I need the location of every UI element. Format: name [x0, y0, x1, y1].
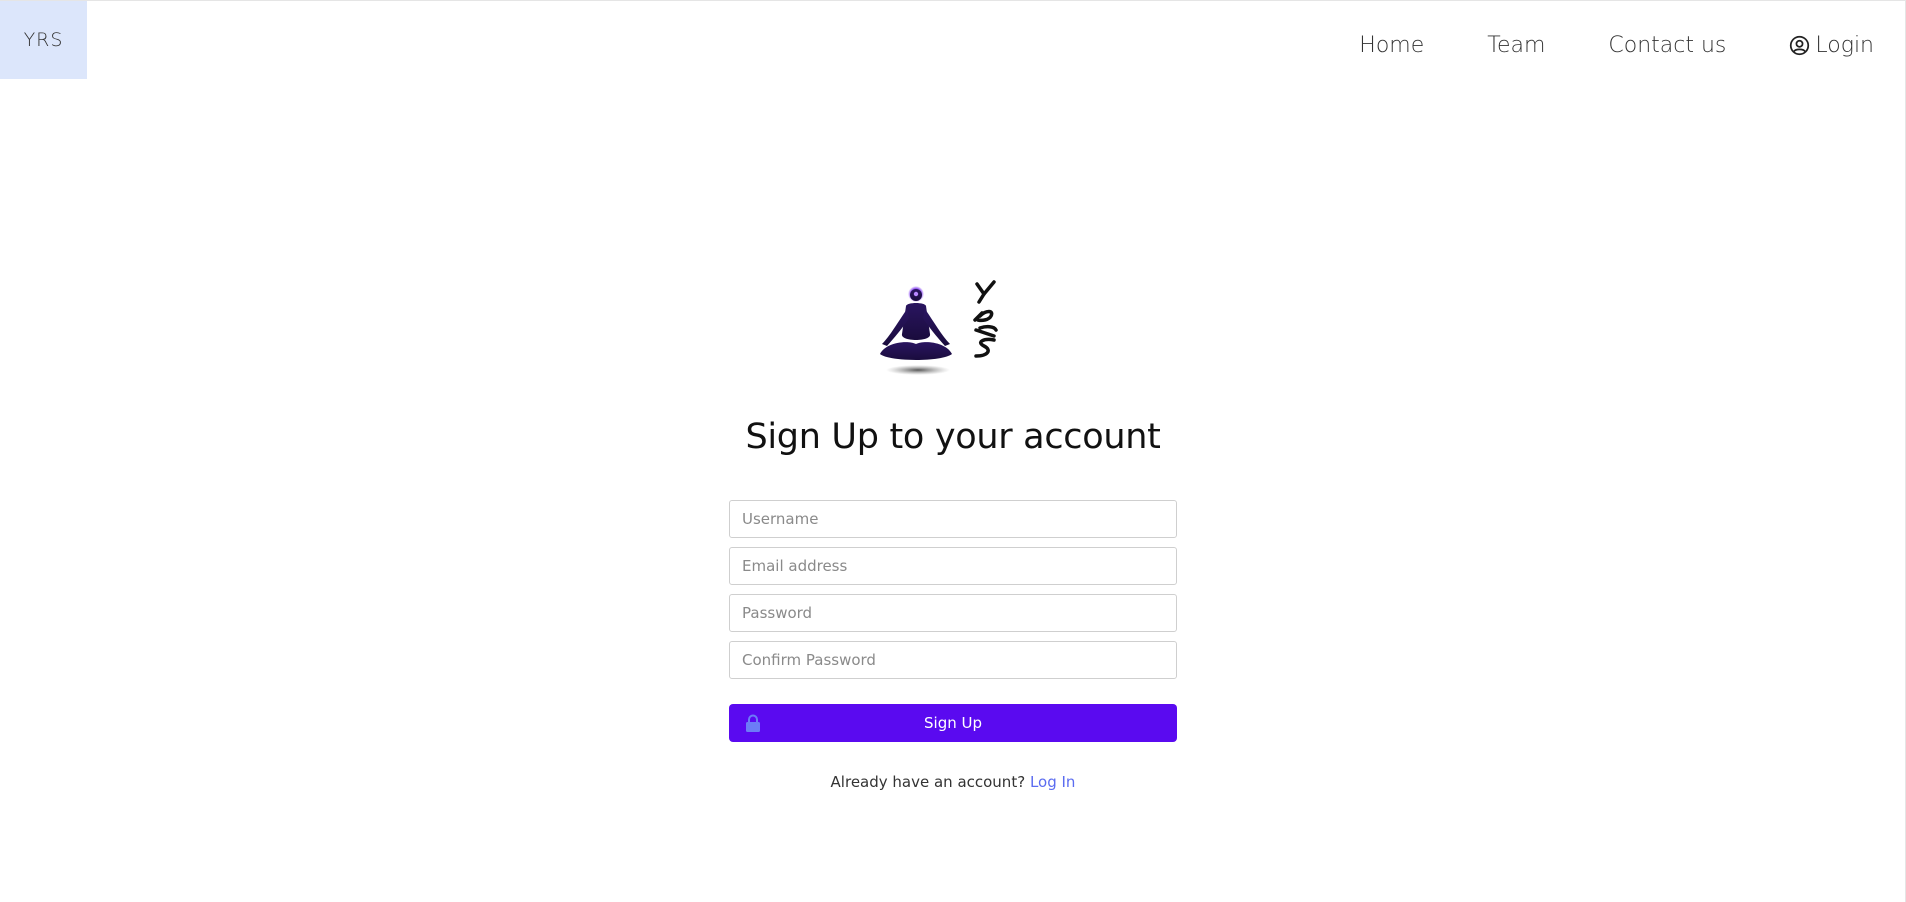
username-input[interactable] [729, 500, 1177, 538]
already-account-text: Already have an account? [830, 773, 1026, 791]
page: YRS Home Team Contact us Login Sign Up t… [0, 0, 1906, 902]
lock-icon [745, 714, 761, 732]
signup-section: Sign Up to your account Sign Up Already … [0, 1, 1906, 902]
meditating-figure-logo [876, 276, 1012, 378]
form-title: Sign Up to your account [745, 417, 1161, 457]
signup-button[interactable]: Sign Up [729, 704, 1177, 742]
email-input[interactable] [729, 547, 1177, 585]
password-input[interactable] [729, 594, 1177, 632]
confirm-password-input[interactable] [729, 641, 1177, 679]
login-link[interactable]: Log In [1030, 773, 1076, 791]
signup-button-label: Sign Up [924, 714, 982, 732]
login-prompt: Already have an account? Log In [0, 773, 1906, 791]
